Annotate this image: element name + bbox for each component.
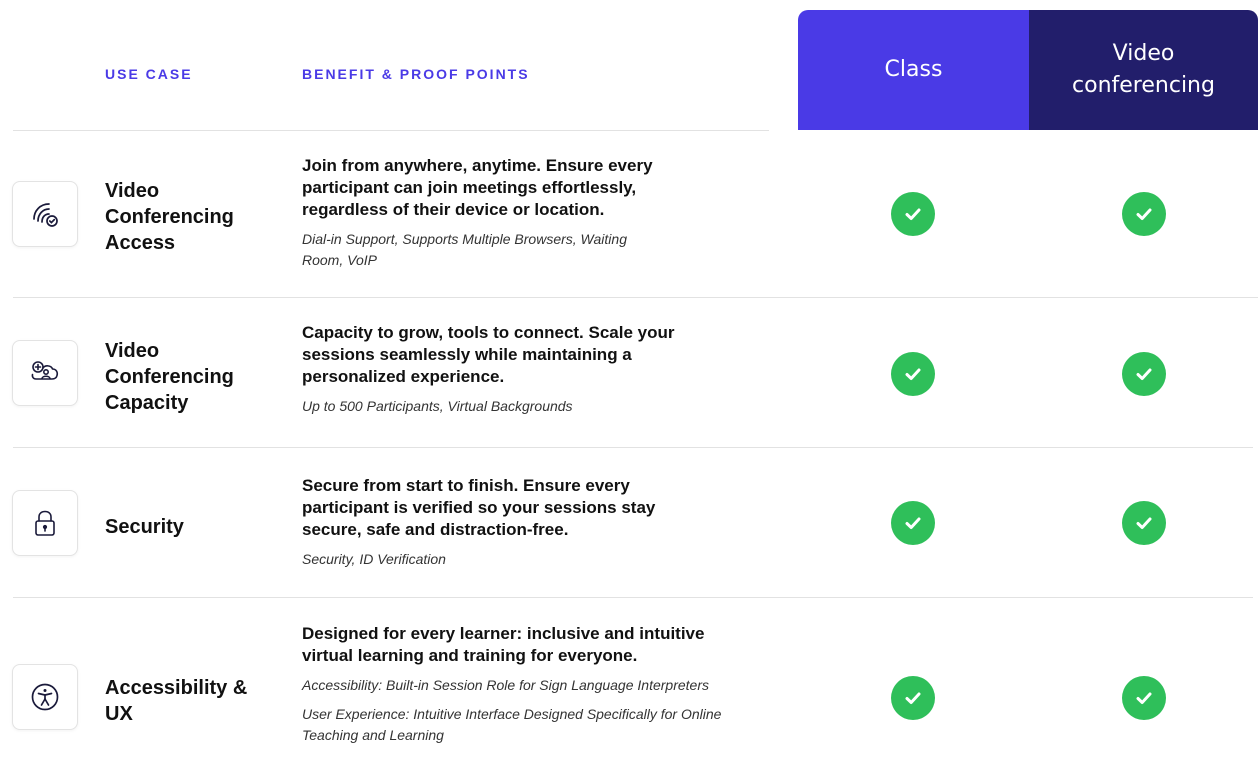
accessibility-icon — [12, 664, 78, 730]
video-check-icon — [1122, 676, 1166, 720]
proof-points: Accessibility: Built-in Session Role for… — [302, 677, 709, 693]
proof-points: User Experience: Intuitive Interface Des… — [302, 706, 722, 743]
proof-points: Up to 500 Participants, Virtual Backgrou… — [302, 398, 573, 414]
benefit-block: Join from anywhere, anytime. Ensure ever… — [302, 155, 762, 271]
use-case-title: Accessibility & UX — [105, 677, 248, 725]
benefit-text: Secure from start to finish. Ensure ever… — [302, 476, 656, 539]
lock-icon — [12, 490, 78, 556]
proof-points: Dial-in Support, Supports Multiple Brows… — [302, 231, 627, 268]
video-check-icon — [1122, 352, 1166, 396]
benefit-block: Designed for every learner: inclusive an… — [302, 623, 762, 746]
proof-points: Security, ID Verification — [302, 551, 446, 567]
header-divider — [13, 130, 769, 131]
row-divider — [13, 597, 1253, 598]
use-case-title: Security — [105, 516, 184, 538]
benefit-header: BENEFIT & PROOF POINTS — [302, 66, 530, 82]
video-conferencing-column-label: Video conferencing — [1072, 41, 1215, 98]
video-conferencing-column-header: Video conferencing — [1029, 10, 1258, 130]
use-case-header: USE CASE — [105, 66, 193, 82]
class-column-header: Class — [798, 10, 1029, 130]
benefit-text: Capacity to grow, tools to connect. Scal… — [302, 323, 675, 386]
use-case-title: Video Conferencing Capacity — [105, 340, 234, 414]
class-check-icon — [891, 352, 935, 396]
use-case-title: Video Conferencing Access — [105, 180, 234, 254]
class-check-icon — [891, 676, 935, 720]
class-column-label: Class — [884, 57, 943, 82]
add-user-cloud-icon — [12, 340, 78, 406]
class-check-icon — [891, 501, 935, 545]
benefit-text: Designed for every learner: inclusive an… — [302, 624, 705, 665]
row-divider — [13, 447, 1253, 448]
class-check-icon — [891, 192, 935, 236]
wireless-check-icon — [12, 181, 78, 247]
video-check-icon — [1122, 192, 1166, 236]
benefit-block: Capacity to grow, tools to connect. Scal… — [302, 322, 762, 417]
benefit-text: Join from anywhere, anytime. Ensure ever… — [302, 156, 653, 219]
video-check-icon — [1122, 501, 1166, 545]
row-divider — [13, 297, 1258, 298]
benefit-block: Secure from start to finish. Ensure ever… — [302, 475, 762, 570]
